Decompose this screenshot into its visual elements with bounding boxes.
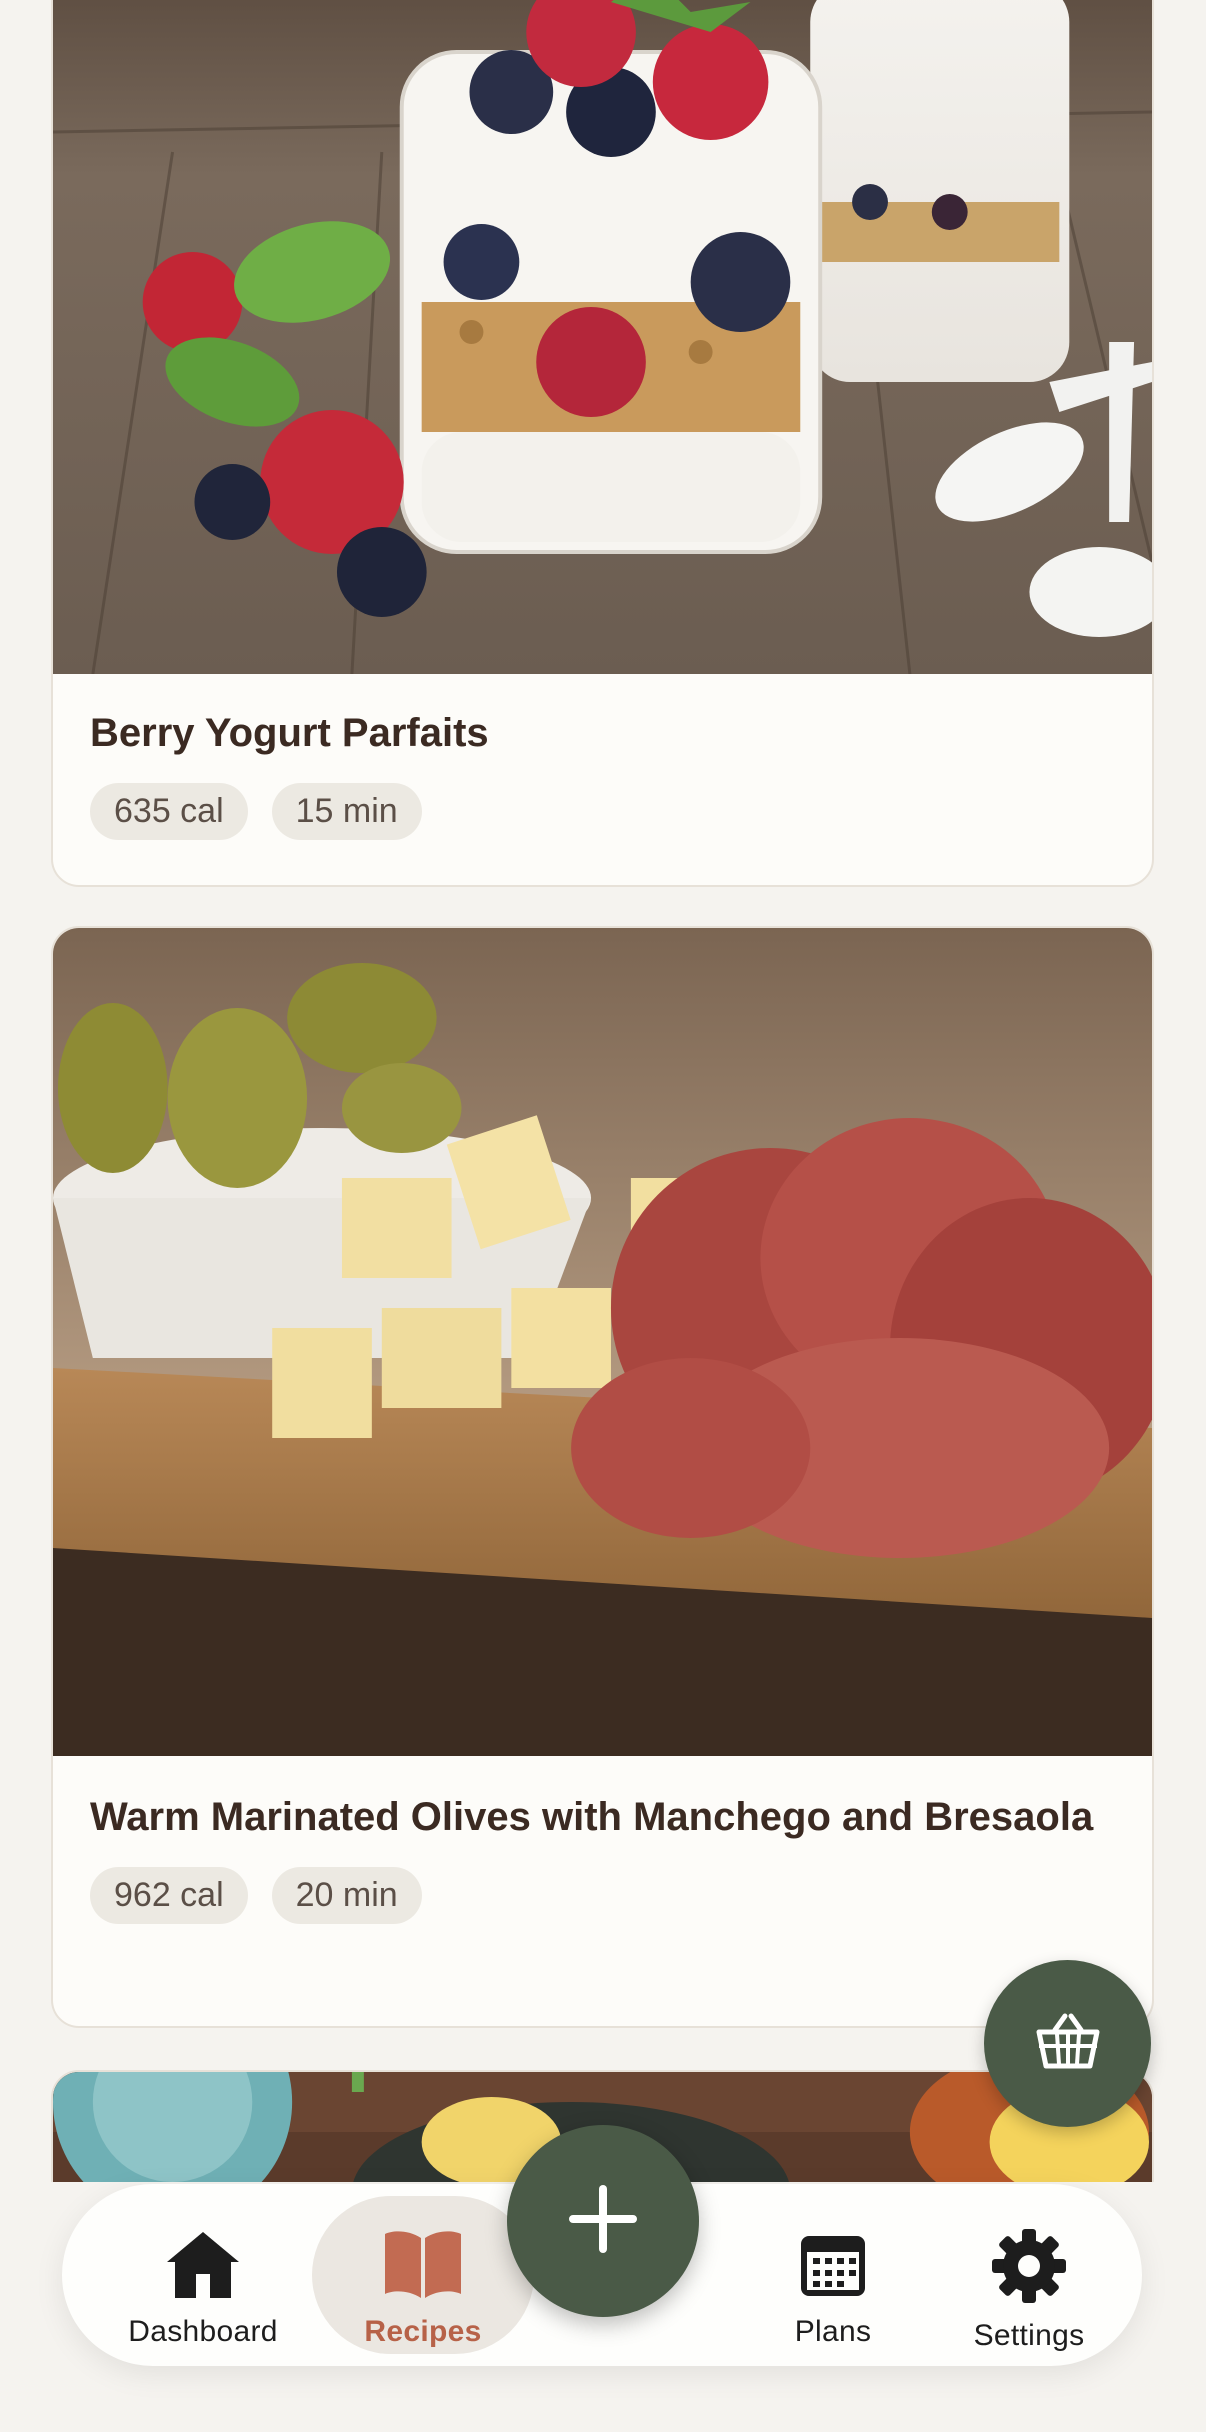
tab-settings[interactable]: Settings (918, 2196, 1140, 2354)
recipe-photo (53, 0, 1152, 674)
book-icon (381, 2228, 465, 2305)
tab-label: Plans (794, 2315, 872, 2348)
tab-label: Dashboard (128, 2315, 278, 2348)
calories-badge: 962 cal (90, 1867, 248, 1924)
shopping-cart-button[interactable] (984, 1960, 1151, 2127)
plus-icon (568, 2184, 638, 2259)
tab-recipes[interactable]: Recipes (312, 2196, 534, 2354)
calories-badge: 635 cal (90, 783, 248, 840)
time-badge: 20 min (271, 1867, 422, 1924)
time-badge: 15 min (271, 783, 422, 840)
calendar-icon (797, 2228, 869, 2305)
tab-label: Recipes (364, 2315, 482, 2348)
recipe-tags: 635 cal 15 min (90, 783, 1115, 840)
add-recipe-button[interactable] (507, 2125, 699, 2317)
recipe-title: Warm Marinated Olives with Manchego and … (90, 1795, 1094, 1839)
recipe-card[interactable]: Berry Yogurt Parfaits 635 cal 15 min (51, 0, 1154, 887)
basket-icon (1035, 2012, 1101, 2075)
tab-dashboard[interactable]: Dashboard (92, 2196, 314, 2354)
home-icon (163, 2228, 243, 2305)
recipe-card[interactable]: Warm Marinated Olives with Manchego and … (51, 926, 1154, 2028)
recipe-title: Berry Yogurt Parfaits (90, 711, 489, 755)
recipe-feed[interactable]: Berry Yogurt Parfaits 635 cal 15 min War… (0, 0, 1206, 2432)
tab-label: Settings (973, 2319, 1085, 2352)
tab-plans[interactable]: Plans (722, 2196, 944, 2354)
gear-icon (991, 2228, 1067, 2309)
recipe-tags: 962 cal 20 min (90, 1867, 1115, 1924)
recipe-photo (53, 928, 1152, 1756)
